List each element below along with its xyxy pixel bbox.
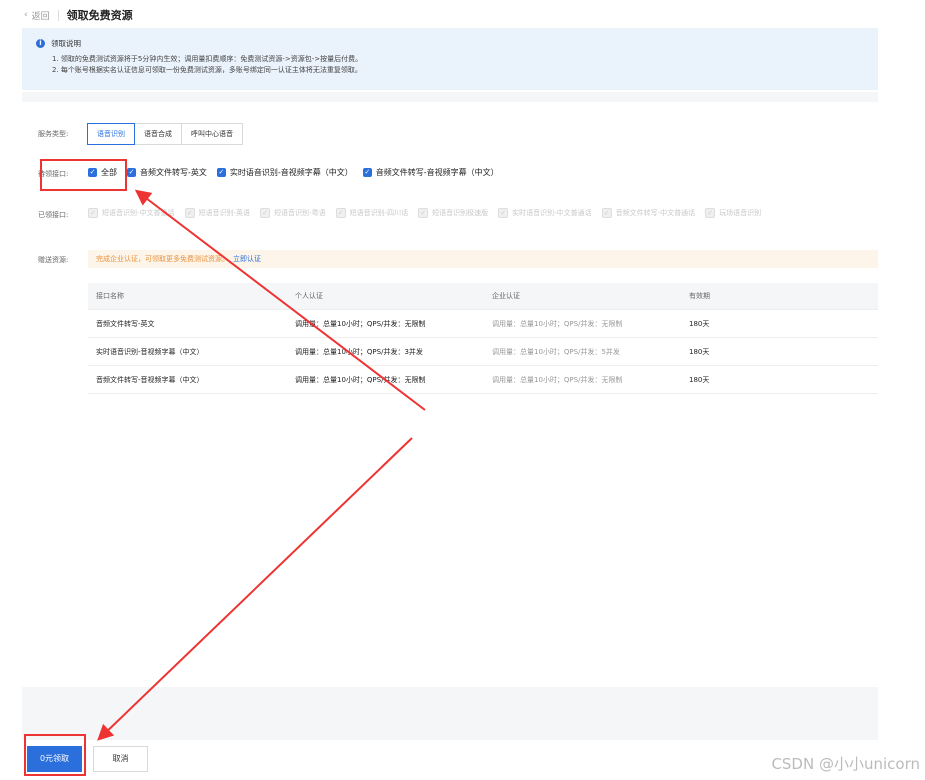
watermark: CSDN @小小unicorn xyxy=(771,755,920,773)
arrow-trail xyxy=(137,191,426,411)
tab-speech-recognition[interactable]: 语音识别 xyxy=(87,123,135,145)
arrow-to-claim-button xyxy=(97,437,413,741)
annotation-arrows xyxy=(97,189,426,741)
